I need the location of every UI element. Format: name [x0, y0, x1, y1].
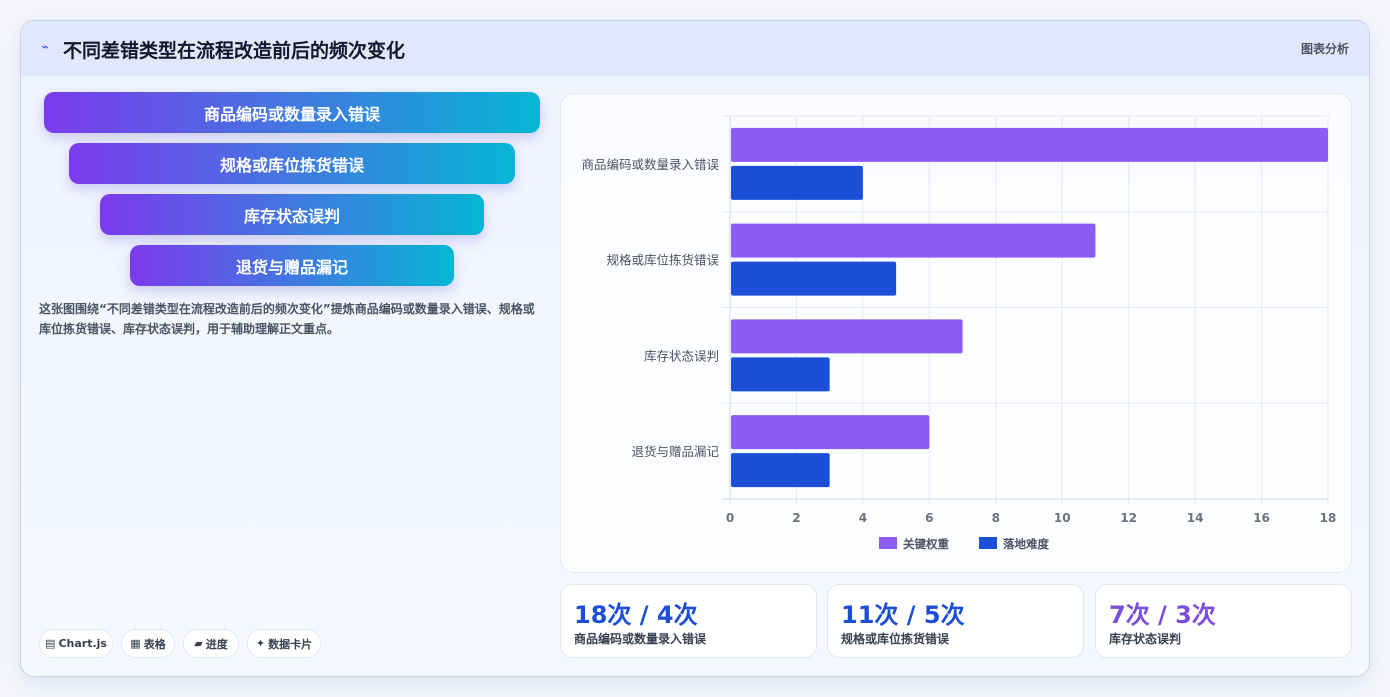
stat-value: 18次 / 4次	[574, 601, 698, 629]
x-tick-label: 0	[726, 511, 734, 525]
chip-label: 进度	[205, 637, 228, 651]
card-icon: ✦	[255, 637, 266, 650]
card-header: ⌁ 不同差错类型在流程改造前后的频次变化 图表分析	[21, 21, 1369, 76]
chart-icon: ▤	[45, 637, 56, 650]
stat-label: 规格或库位拣货错误	[841, 632, 950, 646]
x-tick-label: 4	[859, 511, 867, 525]
bar	[731, 319, 963, 354]
legend-label: 落地难度	[1003, 537, 1049, 551]
stat-card: 11次 / 5次 规格或库位拣货错误	[827, 584, 1084, 658]
stat-value: 7次 / 3次	[1109, 601, 1216, 629]
bar	[731, 453, 830, 488]
stat-label: 商品编码或数量录入错误	[574, 632, 707, 646]
stat-label: 库存状态误判	[1109, 632, 1182, 646]
funnel-item: 退货与赠品漏记	[130, 245, 454, 286]
chart-analysis-tag: 图表分析	[1300, 42, 1349, 56]
x-tick-label: 14	[1187, 511, 1204, 525]
bar	[731, 357, 830, 392]
x-tick-label: 18	[1320, 511, 1337, 525]
stat-card: 18次 / 4次 商品编码或数量录入错误	[560, 584, 817, 658]
bar	[731, 165, 863, 200]
progress-icon: ▰	[194, 637, 203, 650]
x-tick-label: 8	[992, 511, 1000, 525]
chart-card: ⌁ 不同差错类型在流程改造前后的频次变化 图表分析 商品编码或数量录入错误 规格…	[20, 20, 1370, 677]
category-label: 退货与赠品漏记	[631, 444, 719, 459]
chart-description: 这张图围绕“不同差错类型在流程改造前后的频次变化”提炼商品编码或数量录入错误、规…	[39, 302, 535, 336]
x-tick-label: 2	[792, 511, 800, 525]
x-tick-label: 6	[925, 511, 933, 525]
x-tick-label: 16	[1253, 511, 1270, 525]
pulse-icon: ⌁	[41, 40, 49, 55]
legend-swatch	[879, 537, 897, 549]
category-label: 规格或库位拣货错误	[606, 253, 719, 268]
legend-swatch	[979, 537, 997, 549]
chip-label: 表格	[143, 637, 166, 651]
funnel-item: 商品编码或数量录入错误	[44, 92, 540, 133]
stat-value: 11次 / 5次	[841, 601, 965, 629]
chip-chartjs[interactable]: ▤ Chart.js	[39, 629, 113, 658]
chip-label: 数据卡片	[268, 637, 313, 651]
page-title: 不同差错类型在流程改造前后的频次变化	[63, 40, 406, 62]
legend-label: 关键权重	[903, 537, 949, 551]
bar	[731, 127, 1328, 162]
chart-panel: 商品编码或数量录入错误规格或库位拣货错误库存状态误判退货与赠品漏记 0 2 4 6 8 10…	[560, 93, 1352, 573]
x-tick-label: 10	[1054, 511, 1071, 525]
bar-chart: 商品编码或数量录入错误规格或库位拣货错误库存状态误判退货与赠品漏记 0 2 4 6 8 10…	[581, 115, 1337, 551]
bar	[731, 415, 930, 450]
chip-label: Chart.js	[58, 637, 107, 650]
chip-data-card[interactable]: ✦ 数据卡片	[247, 629, 321, 658]
category-label: 商品编码或数量录入错误	[581, 157, 719, 172]
funnel-item: 库存状态误判	[100, 194, 484, 235]
stat-card: 7次 / 3次 库存状态误判	[1095, 584, 1352, 658]
chip-progress[interactable]: ▰ 进度	[183, 629, 239, 658]
table-icon: ▦	[130, 637, 141, 650]
funnel-item: 规格或库位拣货错误	[69, 143, 515, 184]
chip-table[interactable]: ▦ 表格	[121, 629, 175, 658]
bar	[731, 223, 1096, 258]
x-tick-label: 12	[1120, 511, 1137, 525]
category-label: 库存状态误判	[644, 348, 719, 363]
bar	[731, 261, 897, 296]
